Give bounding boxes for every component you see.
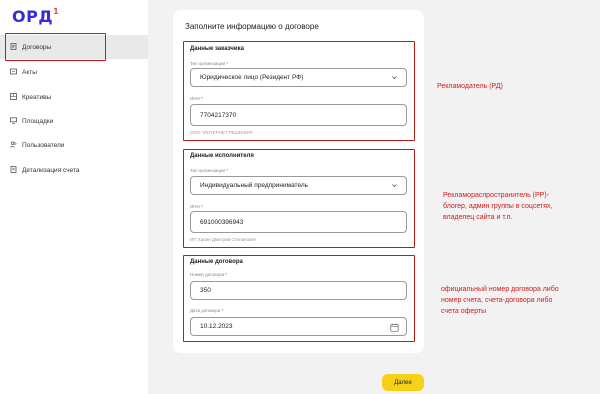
highlight-frame-contracts (5, 33, 106, 61)
sidebar-item-label: Пользователи (22, 141, 65, 149)
form-title: Заполните информацию о договоре (185, 22, 319, 31)
field-label: ИНН * (190, 96, 203, 101)
select-value: Индивидуальный предприниматель (200, 182, 309, 189)
sidebar-item-label: Креативы (22, 93, 52, 101)
section-title: Данные исполнителя (190, 153, 254, 159)
sidebar-item-label: Площадки (22, 117, 54, 125)
input-value: 691000396943 (200, 218, 244, 226)
executor-section: Данные исполнителя Тип организации * Инд… (183, 149, 415, 248)
field-label: Дата договора * (190, 308, 224, 313)
annotation-distributor: Рекламораспространитель (РР)- блогер, ад… (443, 190, 552, 223)
input-value: 7704217370 (200, 111, 237, 119)
sidebar-item-creatives[interactable]: Креативы (0, 85, 148, 109)
sidebar-item-users[interactable]: Пользователи (0, 133, 148, 157)
sidebar-item-platforms[interactable]: Площадки (0, 109, 148, 133)
logo-sup: 1 (53, 6, 60, 16)
sidebar-item-label: Детализация счета (22, 166, 80, 174)
customer-section: Данные заказчика Тип организации * Юриди… (183, 41, 415, 141)
section-title: Данные договора (190, 259, 243, 265)
annotation-line: официальный номер договора либо (441, 286, 559, 293)
acts-icon (10, 68, 17, 75)
field-label: ИНН * (190, 204, 203, 209)
ord-logo[interactable]: ОРД1 (12, 7, 59, 26)
chevron-down-icon (392, 76, 397, 80)
section-title: Данные заказчика (190, 46, 244, 52)
customer-name-hint: ООО "ИНТЕРНЕТ РЕШЕНИЯ" (190, 130, 254, 135)
annotation-line: блогер, админ группы в соцсетях, (443, 203, 553, 210)
executor-org-type-select[interactable]: Индивидуальный предприниматель (190, 176, 407, 195)
calendar-icon[interactable] (390, 323, 399, 332)
annotation-line: счета оферты (441, 308, 487, 315)
contract-number-input[interactable]: 350 (190, 281, 407, 300)
next-button[interactable]: Далее (382, 374, 424, 391)
input-value: 350 (200, 287, 211, 294)
customer-org-type-select[interactable]: Юридическое лицо (Резидент РФ) (190, 68, 407, 87)
field-label: Тип организации * (190, 61, 229, 66)
executor-name-hint: ИП Хапин Дмитрий Степанович (190, 237, 257, 242)
logo-text: ОРД (12, 7, 54, 26)
contract-date-input[interactable]: 10.12.2023 (190, 317, 407, 336)
chevron-down-icon (392, 184, 397, 188)
input-value: 10.12.2023 (200, 323, 233, 330)
sidebar-item-acts[interactable]: Акты (0, 60, 148, 84)
customer-inn-input[interactable]: 7704217370 (190, 104, 407, 126)
sidebar-item-billing[interactable]: Детализация счета (0, 158, 148, 182)
contract-section: Данные договора Номер договора * 350 Дат… (183, 255, 415, 342)
executor-inn-input[interactable]: 691000396943 (190, 211, 407, 233)
sidebar-item-label: Акты (22, 68, 37, 76)
users-icon (10, 141, 17, 148)
select-value: Юридическое лицо (Резидент РФ) (200, 74, 304, 81)
annotation-line: номер счета, счета-договора либо (441, 297, 553, 304)
annotation-line: Рекламораспространитель (РР)- (443, 192, 550, 199)
monitor-icon (10, 117, 17, 124)
annotation-line: владелец сайта и т.п. (443, 214, 513, 221)
annotation-advertiser: Рекламодатель (РД) (437, 83, 503, 90)
annotation-contract-note: официальный номер договора либо номер сч… (441, 284, 559, 317)
field-label: Тип организации * (190, 168, 229, 173)
receipt-icon (10, 166, 17, 173)
field-label: Номер договора * (190, 272, 228, 277)
creatives-icon (10, 93, 17, 100)
